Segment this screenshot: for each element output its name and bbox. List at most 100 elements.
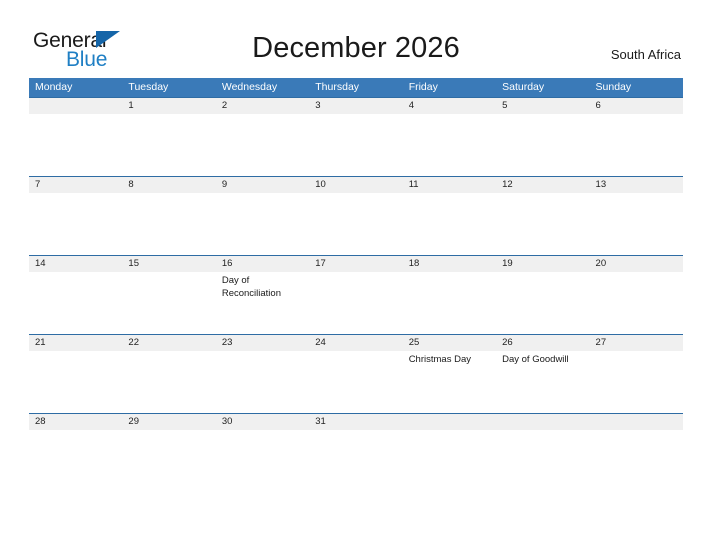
- day-cell[interactable]: [29, 193, 122, 256]
- weekday-header-tuesday: Tuesday: [128, 81, 169, 93]
- calendar-page: General Blue December 2026 South Africa …: [0, 0, 712, 550]
- week-date-band: 14 15 16 17 18 19 20: [29, 256, 683, 272]
- week-date-band: 1 2 3 4 5 6: [29, 98, 683, 114]
- week-event-body: Day of Reconciliation: [29, 272, 683, 335]
- day-number[interactable]: 3: [309, 98, 402, 114]
- day-number[interactable]: 9: [216, 177, 309, 193]
- day-cell[interactable]: [122, 272, 215, 335]
- day-cell[interactable]: [309, 114, 402, 177]
- week-row: 28 29 30 31: [29, 413, 683, 439]
- day-cell[interactable]: [29, 430, 122, 439]
- day-cell[interactable]: [29, 351, 122, 414]
- day-number[interactable]: 11: [403, 177, 496, 193]
- weekday-header-thursday: Thursday: [315, 81, 360, 93]
- day-number[interactable]: 24: [309, 335, 402, 351]
- day-number[interactable]: 21: [29, 335, 122, 351]
- page-header: General Blue December 2026 South Africa: [0, 0, 712, 78]
- day-number[interactable]: 7: [29, 177, 122, 193]
- day-cell[interactable]: [496, 193, 589, 256]
- weekday-header-row: Monday Tuesday Wednesday Thursday Friday…: [29, 78, 683, 97]
- week-date-band: 21 22 23 24 25 26 27: [29, 335, 683, 351]
- day-cell[interactable]: [122, 193, 215, 256]
- month-calendar: Monday Tuesday Wednesday Thursday Friday…: [29, 78, 683, 439]
- day-number[interactable]: [496, 414, 589, 430]
- day-number[interactable]: 30: [216, 414, 309, 430]
- day-cell[interactable]: [496, 272, 589, 335]
- day-cell[interactable]: [496, 114, 589, 177]
- week-event-body: [29, 193, 683, 256]
- week-event-body: [29, 114, 683, 177]
- day-cell[interactable]: [29, 114, 122, 177]
- weekday-header-wednesday: Wednesday: [221, 81, 278, 93]
- day-number[interactable]: [403, 414, 496, 430]
- day-cell[interactable]: Christmas Day: [403, 351, 496, 414]
- day-cell[interactable]: [590, 114, 683, 177]
- day-number[interactable]: 23: [216, 335, 309, 351]
- week-event-body: [29, 430, 683, 439]
- day-number[interactable]: [29, 98, 122, 114]
- day-number[interactable]: 14: [29, 256, 122, 272]
- day-number[interactable]: 26: [496, 335, 589, 351]
- day-cell[interactable]: [216, 351, 309, 414]
- day-number[interactable]: 17: [309, 256, 402, 272]
- week-row: 1 2 3 4 5 6: [29, 97, 683, 177]
- day-cell[interactable]: [403, 430, 496, 439]
- day-cell[interactable]: [590, 430, 683, 439]
- day-cell[interactable]: [590, 272, 683, 335]
- day-cell[interactable]: [216, 430, 309, 439]
- day-number[interactable]: 20: [590, 256, 683, 272]
- day-number[interactable]: 13: [590, 177, 683, 193]
- day-cell[interactable]: [122, 114, 215, 177]
- day-cell[interactable]: [216, 114, 309, 177]
- day-number[interactable]: [590, 414, 683, 430]
- week-event-body: Christmas Day Day of Goodwill: [29, 351, 683, 414]
- day-number[interactable]: 31: [309, 414, 402, 430]
- day-cell[interactable]: [122, 430, 215, 439]
- weekday-header-sunday: Sunday: [595, 81, 632, 93]
- day-number[interactable]: 15: [122, 256, 215, 272]
- day-number[interactable]: 22: [122, 335, 215, 351]
- page-title: December 2026: [252, 32, 460, 64]
- day-cell[interactable]: Day of Goodwill: [496, 351, 589, 414]
- day-cell[interactable]: [590, 193, 683, 256]
- day-number[interactable]: 12: [496, 177, 589, 193]
- week-date-band: 28 29 30 31: [29, 414, 683, 430]
- day-number[interactable]: 27: [590, 335, 683, 351]
- day-event-text: Day of Reconciliation: [221, 275, 281, 299]
- day-cell[interactable]: [29, 272, 122, 335]
- week-row: 21 22 23 24 25 26 27 Christmas Day Day o…: [29, 334, 683, 414]
- day-event-text: Day of Goodwill: [502, 354, 569, 365]
- day-cell[interactable]: [403, 193, 496, 256]
- weekday-header-monday: Monday: [35, 81, 73, 93]
- week-date-band: 7 8 9 10 11 12 13: [29, 177, 683, 193]
- day-number[interactable]: 19: [496, 256, 589, 272]
- weekday-header-saturday: Saturday: [502, 81, 545, 93]
- day-number[interactable]: 4: [403, 98, 496, 114]
- day-number[interactable]: 6: [590, 98, 683, 114]
- day-number[interactable]: 5: [496, 98, 589, 114]
- day-number[interactable]: 28: [29, 414, 122, 430]
- day-number[interactable]: 10: [309, 177, 402, 193]
- day-cell[interactable]: [122, 351, 215, 414]
- day-cell[interactable]: [309, 193, 402, 256]
- day-cell[interactable]: Day of Reconciliation: [216, 272, 309, 335]
- region-label: South Africa: [610, 47, 681, 62]
- day-cell[interactable]: [216, 193, 309, 256]
- day-cell[interactable]: [590, 351, 683, 414]
- weekday-header-friday: Friday: [408, 81, 438, 93]
- week-row: 7 8 9 10 11 12 13: [29, 176, 683, 256]
- day-number[interactable]: 29: [122, 414, 215, 430]
- day-cell[interactable]: [403, 114, 496, 177]
- day-cell[interactable]: [496, 430, 589, 439]
- day-number[interactable]: 18: [403, 256, 496, 272]
- day-number[interactable]: 16: [216, 256, 309, 272]
- day-number[interactable]: 1: [122, 98, 215, 114]
- week-row: 14 15 16 17 18 19 20 Day of Reconciliati…: [29, 255, 683, 335]
- day-cell[interactable]: [403, 272, 496, 335]
- day-cell[interactable]: [309, 351, 402, 414]
- day-number[interactable]: 2: [216, 98, 309, 114]
- day-cell[interactable]: [309, 272, 402, 335]
- day-number[interactable]: 8: [122, 177, 215, 193]
- day-number[interactable]: 25: [403, 335, 496, 351]
- day-cell[interactable]: [309, 430, 402, 439]
